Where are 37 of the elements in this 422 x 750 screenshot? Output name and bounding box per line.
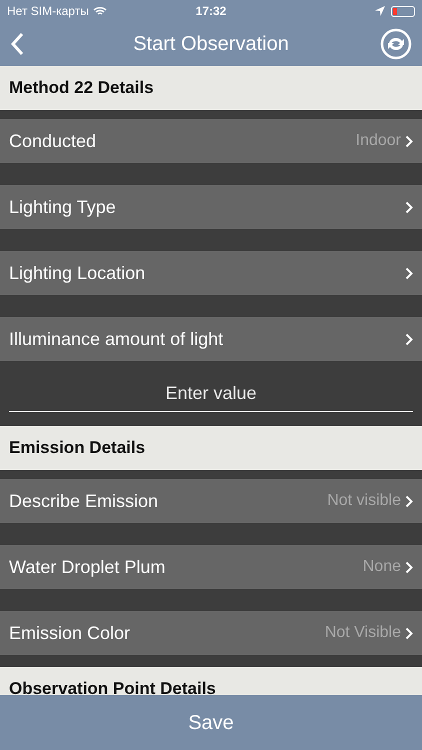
list-row[interactable]: Lighting Location bbox=[0, 251, 422, 295]
chevron-icon bbox=[405, 560, 413, 574]
value-input[interactable]: Enter value bbox=[9, 376, 413, 412]
chevron-icon bbox=[405, 200, 413, 214]
row-label: Describe Emission bbox=[9, 490, 160, 512]
clock: 17:32 bbox=[196, 3, 226, 20]
row-label: Emission Color bbox=[9, 622, 132, 644]
list-row[interactable]: Emission Color Not Visible bbox=[0, 611, 422, 655]
location-arrow-icon bbox=[375, 6, 386, 16]
row-label: Conducted bbox=[9, 130, 98, 152]
refresh-icon bbox=[380, 28, 412, 60]
list-row[interactable]: Illuminance amount of light bbox=[0, 317, 422, 361]
chevron-icon bbox=[405, 626, 413, 640]
row-label: Water Droplet Plum bbox=[9, 556, 166, 579]
wifi-icon bbox=[92, 6, 107, 16]
list-row[interactable]: Describe Emission Not visible bbox=[0, 479, 422, 523]
section-title: Observation Point Details bbox=[9, 678, 216, 695]
chevron-icon bbox=[405, 494, 413, 508]
row-label: Lighting Location bbox=[9, 262, 146, 285]
row-value: Indoor bbox=[356, 131, 401, 151]
section-title: Emission Details bbox=[9, 437, 146, 460]
section-title: Method 22 Details bbox=[9, 77, 154, 100]
nav-title: Start Observation bbox=[132, 32, 290, 57]
chevron-icon bbox=[405, 266, 413, 280]
list-row[interactable]: Conducted Indoor bbox=[0, 119, 422, 163]
row-value: Not visible bbox=[327, 491, 401, 511]
list-row[interactable]: Water Droplet Plum None bbox=[0, 545, 422, 589]
save-button[interactable]: Save bbox=[0, 695, 422, 750]
row-label: Lighting Type bbox=[9, 196, 117, 219]
list-row[interactable]: Lighting Type bbox=[0, 185, 422, 229]
row-label: Illuminance amount of light bbox=[9, 328, 224, 351]
chevron-icon bbox=[405, 134, 413, 148]
carrier-label: Нет SIM-карты bbox=[7, 3, 89, 20]
row-value: Not Visible bbox=[324, 623, 401, 643]
back-icon bbox=[10, 32, 24, 56]
row-value: None bbox=[362, 557, 401, 577]
chevron-icon bbox=[405, 332, 413, 346]
